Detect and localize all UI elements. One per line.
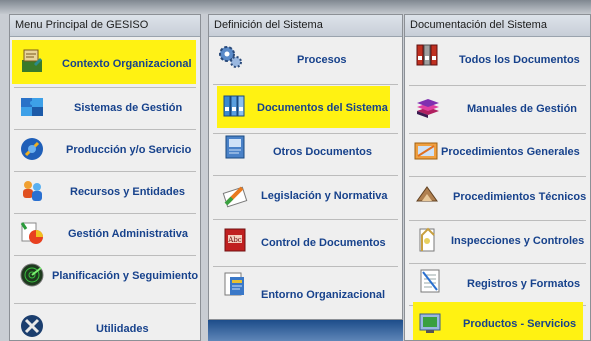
production-icon bbox=[19, 136, 45, 162]
panel-system-definition: Definición del Sistema Procesos Document… bbox=[208, 14, 403, 320]
menu-item-procesos[interactable]: Procesos bbox=[209, 40, 402, 82]
abc-book-icon: Abc bbox=[222, 227, 248, 253]
menu-item-produccion[interactable]: Producción y/o Servicio bbox=[10, 130, 200, 172]
menu-item-todos-documentos[interactable]: Todos los Documentos bbox=[405, 40, 590, 82]
all-binders-icon bbox=[415, 42, 441, 68]
menu-item-planificacion[interactable]: Planificación y Seguimiento bbox=[10, 256, 200, 298]
menu-item-label: Todos los Documentos bbox=[459, 54, 580, 66]
menu-item-otros-documentos[interactable]: Otros Documentos bbox=[209, 132, 402, 174]
products-icon bbox=[417, 310, 443, 336]
menu-item-label: Otros Documentos bbox=[273, 146, 373, 158]
menu-item-inspecciones[interactable]: Inspecciones y Controles bbox=[405, 221, 590, 263]
menu-item-label: Legislación y Normativa bbox=[261, 190, 388, 202]
technical-tools-icon bbox=[414, 181, 440, 207]
menu-item-documentos-sistema[interactable]: Documentos del Sistema bbox=[209, 85, 402, 128]
panel-main-menu: Menu Principal de GESISO Contexto Organi… bbox=[9, 14, 201, 341]
admin-chart-icon bbox=[19, 220, 45, 246]
menu-item-control-documentos[interactable]: Abc Control de Documentos bbox=[209, 221, 402, 263]
menu-item-productos[interactable]: Productos - Servicios bbox=[405, 302, 590, 340]
menu-item-utilidades[interactable]: Utilidades bbox=[10, 307, 200, 340]
menu-item-legislacion[interactable]: Legislación y Normativa bbox=[209, 176, 402, 218]
procedure-icon bbox=[413, 138, 439, 164]
panel-title: Documentación del Sistema bbox=[405, 15, 590, 37]
panel-title: Menu Principal de GESISO bbox=[10, 15, 200, 37]
radar-icon bbox=[19, 262, 45, 288]
menu-item-label: Registros y Formatos bbox=[467, 278, 581, 290]
people-icon bbox=[19, 178, 45, 204]
menu-item-contexto[interactable]: Contexto Organizacional bbox=[10, 40, 200, 84]
records-icon bbox=[417, 268, 443, 294]
menu-item-label: Utilidades bbox=[96, 323, 149, 335]
menu-item-recursos[interactable]: Recursos y Entidades bbox=[10, 172, 200, 214]
menu-item-label: Procedimientos Técnicos bbox=[453, 191, 587, 203]
menu-item-sistemas[interactable]: Sistemas de Gestión bbox=[10, 88, 200, 130]
divider bbox=[14, 303, 196, 304]
menu-item-label: Documentos del Sistema bbox=[257, 102, 388, 114]
environment-doc-icon bbox=[222, 271, 248, 297]
menu-item-label: Productos - Servicios bbox=[463, 318, 577, 330]
menu-item-label: Gestión Administrativa bbox=[68, 228, 189, 240]
menu-item-label: Procesos bbox=[297, 54, 347, 66]
menu-item-entorno[interactable]: Entorno Organizacional bbox=[209, 267, 402, 309]
menu-item-label: Inspecciones y Controles bbox=[451, 235, 585, 247]
law-book-icon bbox=[222, 182, 248, 208]
panel-system-documentation: Documentación del Sistema Todos los Docu… bbox=[404, 14, 591, 341]
menu-item-label: Manuales de Gestión bbox=[467, 103, 578, 115]
gears-icon bbox=[218, 44, 244, 70]
menu-item-label: Procedimientos Generales bbox=[441, 146, 580, 158]
background-bottom-strip bbox=[208, 320, 403, 341]
divider bbox=[409, 85, 586, 86]
tools-icon bbox=[19, 313, 45, 339]
menu-item-gestion-admin[interactable]: Gestión Administrativa bbox=[10, 214, 200, 256]
menu-item-registros[interactable]: Registros y Formatos bbox=[405, 264, 590, 306]
books-stack-icon bbox=[415, 95, 441, 121]
svg-text:Abc: Abc bbox=[227, 236, 242, 244]
panel-title: Definición del Sistema bbox=[209, 15, 402, 37]
menu-item-label: Sistemas de Gestión bbox=[74, 102, 183, 114]
menu-item-label: Contexto Organizacional bbox=[62, 58, 192, 70]
menu-item-label: Control de Documentos bbox=[261, 237, 386, 249]
org-context-icon bbox=[19, 48, 45, 74]
menu-item-proc-tecnicos[interactable]: Procedimientos Técnicos bbox=[405, 177, 590, 219]
puzzle-icon bbox=[19, 94, 45, 120]
menu-item-label: Producción y/o Servicio bbox=[66, 144, 192, 156]
binders-icon bbox=[222, 93, 248, 119]
document-icon bbox=[222, 134, 248, 160]
background-strip bbox=[0, 0, 591, 14]
menu-item-label: Recursos y Entidades bbox=[70, 186, 185, 198]
menu-item-manuales[interactable]: Manuales de Gestión bbox=[405, 87, 590, 129]
menu-item-label: Planificación y Seguimiento bbox=[52, 270, 199, 282]
menu-item-proc-generales[interactable]: Procedimientos Generales bbox=[405, 132, 590, 174]
divider bbox=[213, 219, 398, 220]
menu-item-label: Entorno Organizacional bbox=[261, 289, 386, 301]
inspection-icon bbox=[415, 227, 441, 253]
